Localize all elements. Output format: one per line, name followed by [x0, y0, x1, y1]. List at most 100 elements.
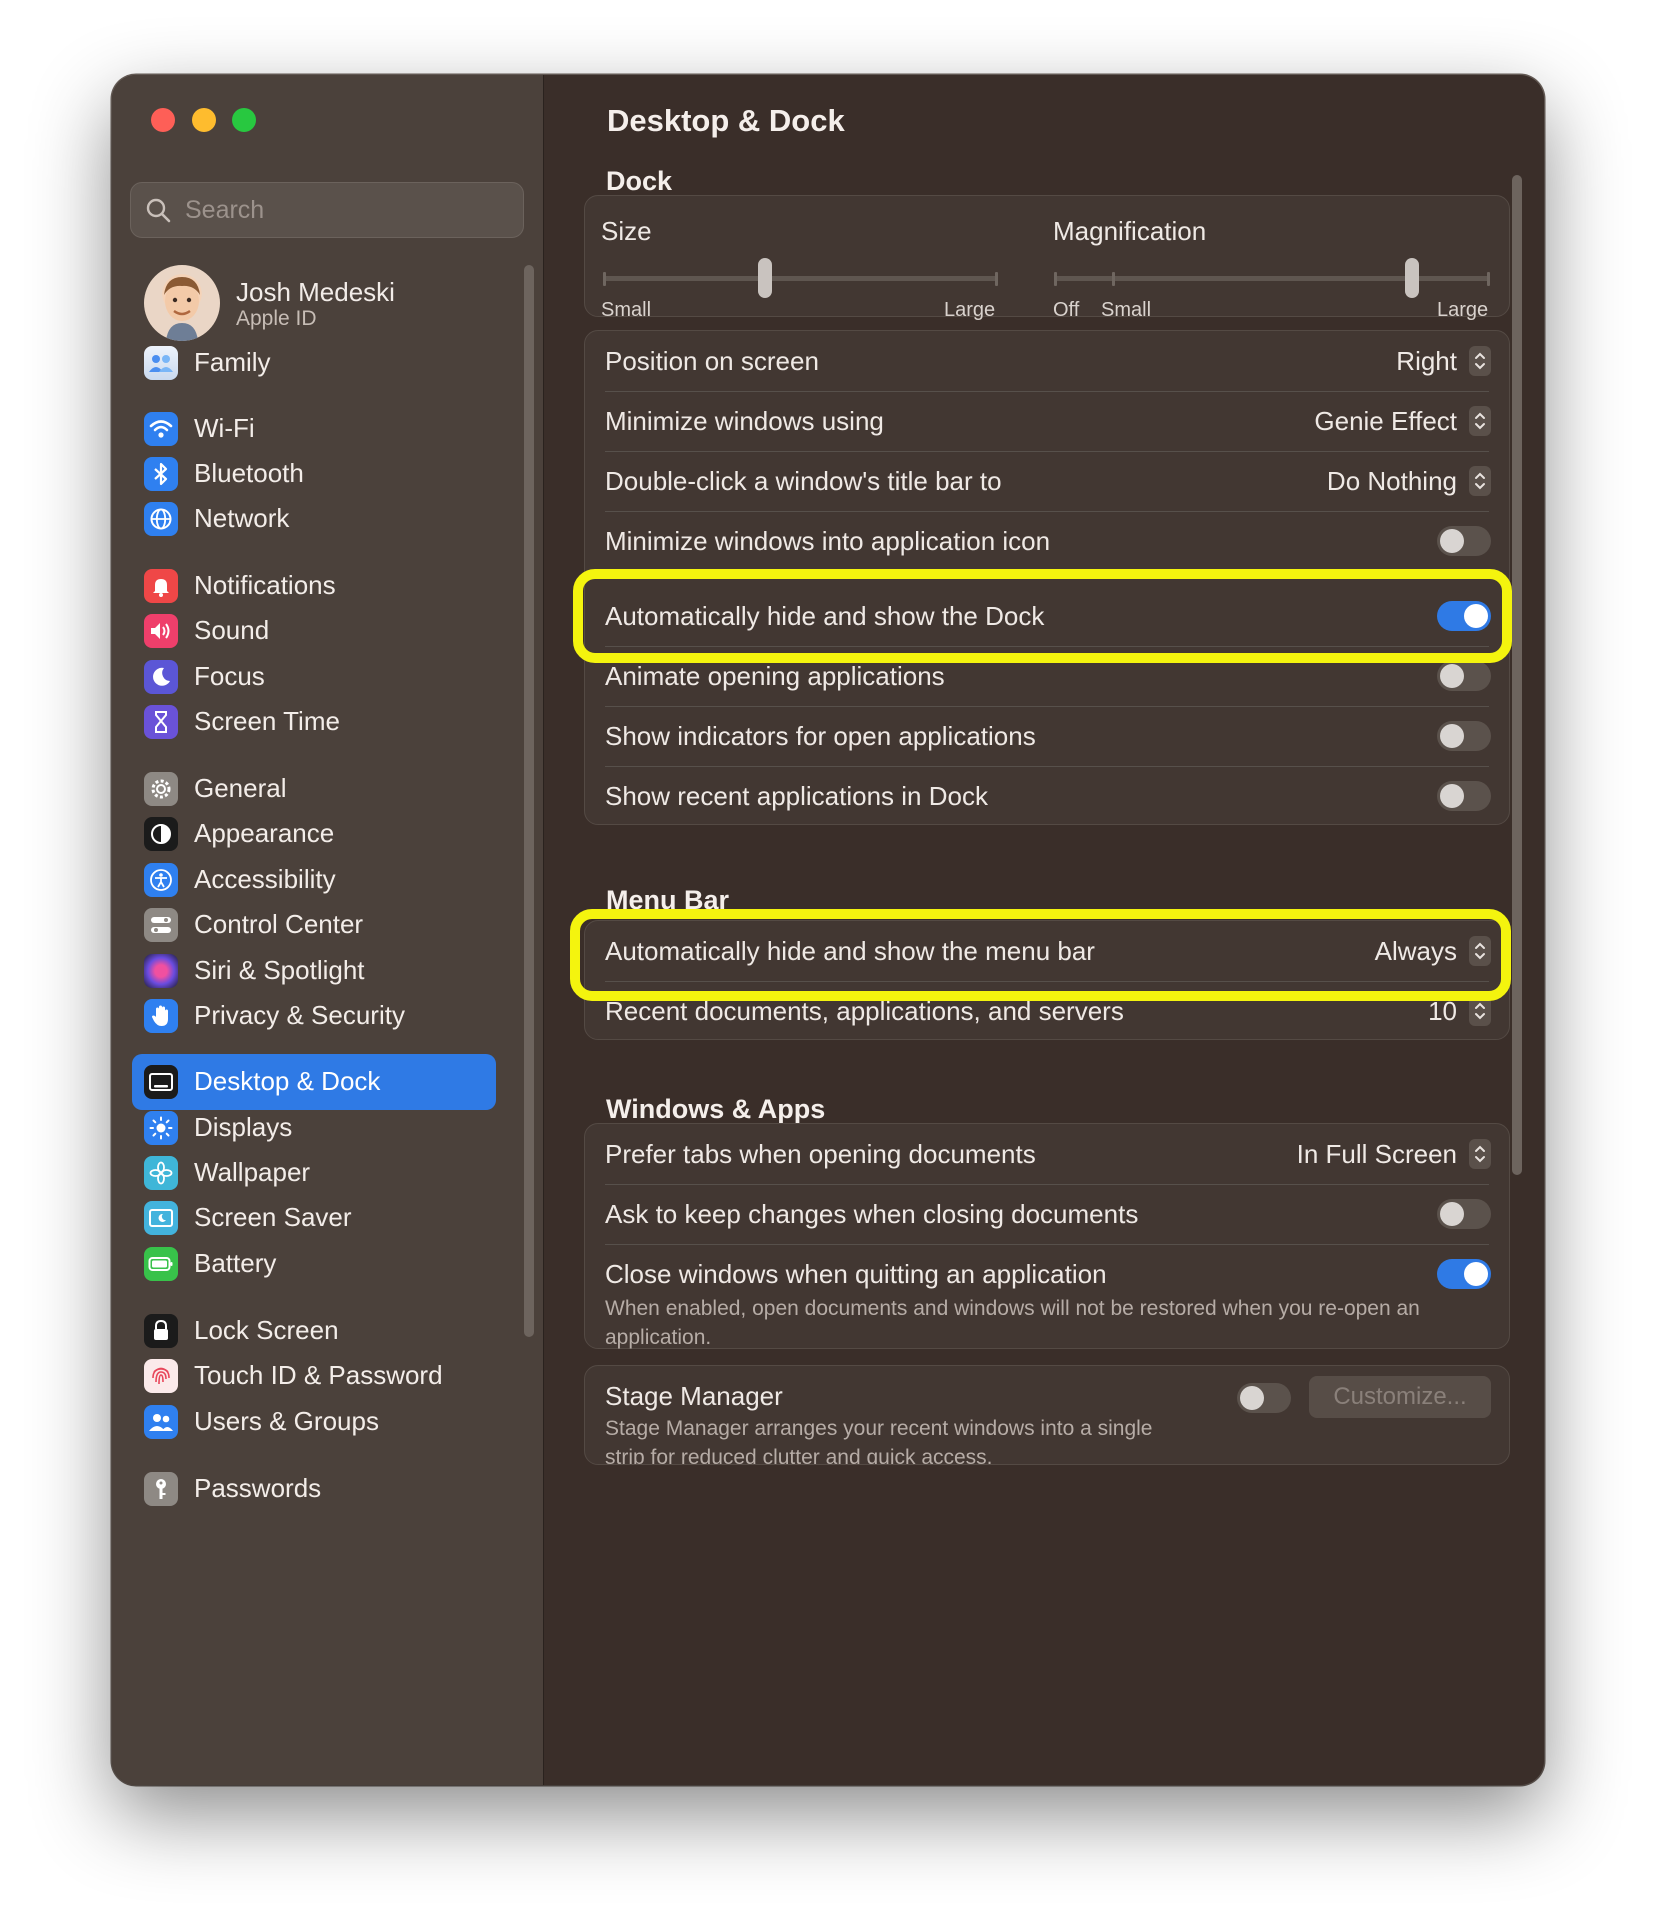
siri-icon [144, 954, 178, 988]
apple-id-account[interactable]: Josh Medeski Apple ID [144, 265, 444, 345]
row-animate-opening-apps: Animate opening applications [585, 646, 1509, 706]
bell-icon [144, 569, 178, 603]
close-windows-on-quit-toggle[interactable] [1437, 1259, 1491, 1289]
stage-manager-panel: Stage Manager Customize... Stage Manager… [584, 1365, 1510, 1465]
stage-manager-label: Stage Manager [605, 1381, 783, 1411]
lock-icon [144, 1314, 178, 1348]
magnification-min-label: Small [1101, 299, 1152, 321]
size-slider-track[interactable] [603, 276, 998, 281]
close-windows-description: When enabled, open documents and windows… [605, 1297, 1420, 1349]
page-title: Desktop & Dock [607, 103, 845, 138]
minimize-window-button[interactable] [192, 108, 216, 132]
close-window-button[interactable] [151, 108, 175, 132]
zoom-window-button[interactable] [232, 108, 256, 132]
windows-apps-panel: Prefer tabs when opening documents In Fu… [584, 1123, 1510, 1349]
search-input[interactable] [183, 183, 517, 238]
sidebar-item-family[interactable]: Family [132, 335, 496, 391]
sidebar-item-privacy-security[interactable]: Privacy & Security [132, 988, 496, 1044]
section-title-menu-bar: Menu Bar [606, 885, 730, 915]
sidebar-item-battery[interactable]: Battery [132, 1236, 496, 1292]
moon-icon [144, 660, 178, 694]
user-name: Josh Medeski [236, 277, 395, 307]
auto-hide-menu-bar-popup[interactable]: Always [1375, 934, 1491, 968]
dock-settings-panel: Position on screen Right Minimize window… [584, 330, 1510, 825]
magnification-slider-thumb[interactable] [1404, 258, 1419, 298]
dock-size-magnification-panel: Size Small Large Magnification Off Small… [584, 195, 1510, 321]
customize-button[interactable]: Customize... [1309, 1376, 1491, 1418]
prefer-tabs-popup[interactable]: In Full Screen [1297, 1137, 1491, 1171]
sidebar: Josh Medeski Apple ID Family Wi-Fi Bluet… [112, 75, 544, 1785]
position-on-screen-popup[interactable]: Right [1396, 344, 1491, 378]
size-max-label: Large [944, 299, 996, 321]
row-recent-documents: Recent documents, applications, and serv… [585, 981, 1509, 1041]
animate-opening-apps-toggle[interactable] [1437, 661, 1491, 691]
bluetooth-icon [144, 457, 178, 491]
wifi-icon [144, 412, 178, 446]
size-min-label: Small [601, 299, 652, 321]
chevron-updown-icon [1469, 406, 1491, 436]
gear-icon [144, 772, 178, 806]
hourglass-icon [144, 705, 178, 739]
row-double-click-title-bar: Double-click a window's title bar to Do … [585, 451, 1509, 511]
magnification-max-label: Large [1437, 299, 1489, 321]
search-icon [146, 198, 171, 223]
fingerprint-icon [144, 1359, 178, 1393]
screen-saver-icon [144, 1201, 178, 1235]
globe-icon [144, 502, 178, 536]
chevron-updown-icon [1469, 466, 1491, 496]
section-title-dock: Dock [606, 166, 673, 196]
row-minimize-into-app-icon: Minimize windows into application icon [585, 511, 1509, 571]
row-auto-hide-dock: Automatically hide and show the Dock [585, 586, 1509, 646]
section-title-windows-apps: Windows & Apps [606, 1094, 826, 1124]
row-auto-hide-menu-bar: Automatically hide and show the menu bar… [585, 921, 1509, 981]
sidebar-item-network[interactable]: Network [132, 491, 496, 547]
brightness-icon [144, 1111, 178, 1145]
flower-icon [144, 1156, 178, 1190]
magnification-off-label: Off [1053, 299, 1080, 321]
users-icon [144, 1405, 178, 1439]
control-center-icon [144, 908, 178, 942]
desktop-dock-icon [144, 1065, 178, 1099]
stage-manager-toggle[interactable] [1237, 1383, 1291, 1413]
appearance-icon [144, 817, 178, 851]
sidebar-item-passwords[interactable]: Passwords [132, 1461, 496, 1517]
show-indicators-toggle[interactable] [1437, 721, 1491, 751]
ask-keep-changes-toggle[interactable] [1437, 1199, 1491, 1229]
speaker-icon [144, 614, 178, 648]
key-icon [144, 1472, 178, 1506]
hand-icon [144, 999, 178, 1033]
content-scrollbar[interactable] [1512, 175, 1522, 1175]
sidebar-scrollbar[interactable] [524, 265, 534, 1337]
avatar [144, 265, 220, 341]
search-field[interactable] [130, 182, 524, 238]
accessibility-icon [144, 863, 178, 897]
stage-manager-description: Stage Manager arranges your recent windo… [605, 1417, 1153, 1465]
minimize-into-app-icon-toggle[interactable] [1437, 526, 1491, 556]
sidebar-item-users-groups[interactable]: Users & Groups [132, 1394, 496, 1450]
row-show-indicators-label: Show indicators for open applications [605, 721, 1036, 751]
row-close-windows-on-quit: Close windows when quitting an applicati… [585, 1244, 1509, 1350]
system-settings-window: Josh Medeski Apple ID Family Wi-Fi Bluet… [112, 75, 1544, 1785]
sidebar-item-screen-time[interactable]: Screen Time [132, 694, 496, 750]
size-label: Size [601, 216, 652, 246]
row-show-indicators: Show indicators for open applications [585, 706, 1509, 766]
chevron-updown-icon [1469, 936, 1491, 966]
double-click-action-popup[interactable]: Do Nothing [1327, 464, 1491, 498]
menu-bar-panel: Automatically hide and show the menu bar… [584, 920, 1510, 1040]
battery-icon [144, 1247, 178, 1281]
show-recent-apps-toggle[interactable] [1437, 781, 1491, 811]
family-icon [144, 346, 178, 380]
row-show-recent-apps-label: Show recent applications in Dock [605, 781, 988, 811]
minimize-effect-popup[interactable]: Genie Effect [1314, 404, 1491, 438]
size-slider-thumb[interactable] [757, 258, 772, 298]
recent-items-count-popup[interactable]: 10 [1428, 994, 1491, 1028]
chevron-updown-icon [1469, 346, 1491, 376]
magnification-label: Magnification [1053, 216, 1207, 246]
chevron-updown-icon [1469, 996, 1491, 1026]
auto-hide-dock-toggle[interactable] [1437, 601, 1491, 631]
magnification-slider-track[interactable] [1054, 276, 1490, 281]
row-position-on-screen: Position on screen Right [585, 331, 1509, 391]
user-subtitle: Apple ID [236, 307, 317, 330]
row-show-recent-apps: Show recent applications in Dock [585, 766, 1509, 826]
row-minimize-windows-using: Minimize windows using Genie Effect [585, 391, 1509, 451]
